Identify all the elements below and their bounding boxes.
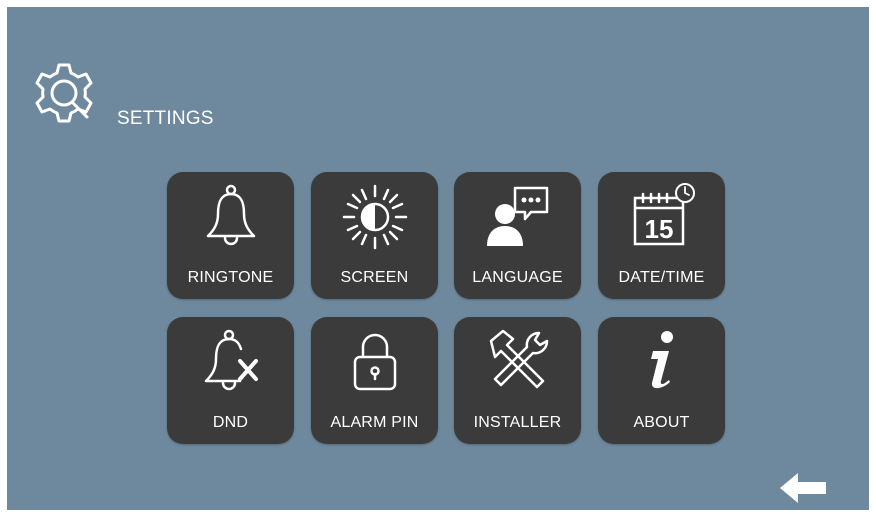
page-title: SETTINGS: [117, 108, 214, 129]
tile-label-dnd: DND: [212, 414, 249, 431]
alarm-pin-button[interactable]: ALARM PIN: [311, 317, 438, 444]
tile-label-alarm-pin: ALARM PIN: [330, 414, 419, 431]
tile-label-date-time: DATE/TIME: [618, 269, 705, 286]
settings-gear-icon: [35, 63, 93, 123]
date-time-button[interactable]: 15 DATE/TIME: [598, 172, 725, 299]
tile-label-ringtone: RINGTONE: [187, 269, 274, 286]
bell-muted-icon: [204, 329, 258, 391]
back-arrow-icon[interactable]: [778, 471, 828, 505]
calendar-clock-icon: 15: [633, 183, 695, 246]
user-speech-icon: [486, 186, 548, 246]
svg-text:15: 15: [644, 214, 673, 244]
tile-label-language: LANGUAGE: [472, 269, 563, 286]
info-icon: [650, 331, 673, 389]
language-button[interactable]: LANGUAGE: [454, 172, 581, 299]
installer-button[interactable]: INSTALLER: [454, 317, 581, 444]
bell-icon: [206, 184, 255, 246]
padlock-icon: [353, 333, 396, 391]
settings-screen: SETTINGS RINGTONE SCREEN LANGUAGE 15 DAT…: [7, 7, 869, 510]
tile-label-screen: SCREEN: [340, 269, 409, 286]
ringtone-button[interactable]: RINGTONE: [167, 172, 294, 299]
tile-label-installer: INSTALLER: [473, 414, 562, 431]
brightness-icon: [342, 184, 407, 250]
tools-icon: [489, 329, 548, 389]
screen-button[interactable]: SCREEN: [311, 172, 438, 299]
tile-label-about: ABOUT: [633, 414, 690, 431]
about-button[interactable]: ABOUT: [598, 317, 725, 444]
dnd-button[interactable]: DND: [167, 317, 294, 444]
